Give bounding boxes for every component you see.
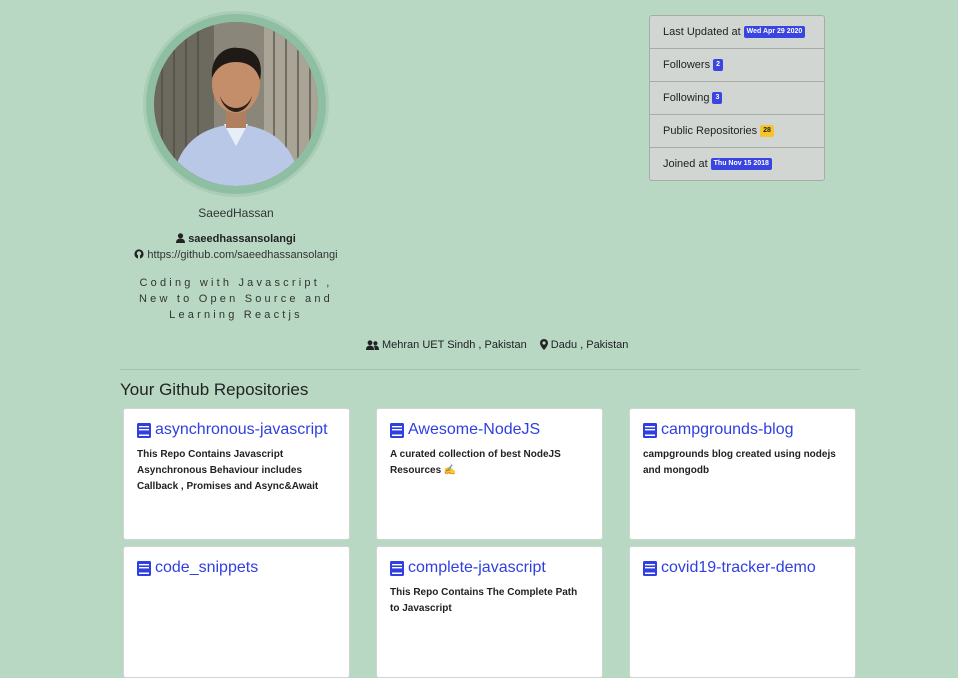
stat-label: Following xyxy=(663,92,710,104)
users-icon xyxy=(366,340,379,350)
repo-name[interactable]: asynchronous-javascript xyxy=(155,421,328,439)
stat-label: Followers xyxy=(663,59,711,71)
repo-description: campgrounds blog created using nodejs an… xyxy=(643,449,836,476)
stat-following: Following 3 xyxy=(650,82,824,115)
repo-title[interactable]: complete-javascript xyxy=(390,559,589,577)
stat-followers: Followers 2 xyxy=(650,49,824,82)
repo-title[interactable]: Awesome-NodeJS xyxy=(390,421,589,439)
profile-name: SaeedHassan xyxy=(198,206,274,220)
location-text: Dadu , Pakistan xyxy=(550,339,629,351)
stat-last-updated: Last Updated at Wed Apr 29 2020 xyxy=(650,16,824,49)
repo-description: This Repo Contains The Complete Path to … xyxy=(390,587,578,614)
location: Dadu , Pakistan xyxy=(539,339,629,351)
repo-description: This Repo Contains Javascript Asynchrono… xyxy=(137,449,319,492)
map-marker-icon xyxy=(539,339,548,350)
repo-name[interactable]: covid19-tracker-demo xyxy=(661,559,816,577)
repo-name[interactable]: campgrounds-blog xyxy=(661,421,794,439)
stat-label: Public Repositories xyxy=(663,125,758,137)
book-icon xyxy=(643,560,657,576)
profile-bio: Coding with Javascript , New to Open Sou… xyxy=(139,277,333,321)
stat-badge: 28 xyxy=(760,125,774,137)
repo-card: code_snippets xyxy=(123,546,350,678)
repos-section-title: Your Github Repositories xyxy=(120,380,309,399)
repo-card: covid19-tracker-demo xyxy=(629,546,856,678)
profile-url[interactable]: https://github.com/saeedhassansolangi xyxy=(116,249,356,261)
user-icon xyxy=(176,233,186,243)
repo-name[interactable]: complete-javascript xyxy=(408,559,546,577)
repo-title[interactable]: covid19-tracker-demo xyxy=(643,559,842,577)
repo-card: campgrounds-blog campgrounds blog create… xyxy=(629,408,856,540)
company-text: Mehran UET Sindh , Pakistan xyxy=(382,339,527,351)
stat-badge: 3 xyxy=(712,92,723,104)
profile-meta: Mehran UET Sindh , Pakistan Dadu , Pakis… xyxy=(366,339,638,351)
repo-card: asynchronous-javascript This Repo Contai… xyxy=(123,408,350,540)
repo-name[interactable]: code_snippets xyxy=(155,559,258,577)
book-icon xyxy=(137,560,151,576)
stats-list: Last Updated at Wed Apr 29 2020 Follower… xyxy=(649,15,825,181)
book-icon xyxy=(137,422,151,438)
repo-name[interactable]: Awesome-NodeJS xyxy=(408,421,540,439)
stat-badge: Thu Nov 15 2018 xyxy=(710,158,772,170)
profile-login: saeedhassansolangi xyxy=(136,233,336,245)
repo-title[interactable]: asynchronous-javascript xyxy=(137,421,336,439)
repo-card: Awesome-NodeJS A curated collection of b… xyxy=(376,408,603,540)
book-icon xyxy=(390,422,404,438)
avatar xyxy=(154,22,318,186)
stat-label: Last Updated at xyxy=(663,26,741,38)
company: Mehran UET Sindh , Pakistan xyxy=(366,339,530,351)
stat-label: Joined at xyxy=(663,158,708,170)
github-icon xyxy=(134,249,145,259)
stat-badge: Wed Apr 29 2020 xyxy=(743,26,806,38)
avatar-photo xyxy=(154,22,318,186)
stat-joined-at: Joined at Thu Nov 15 2018 xyxy=(650,148,824,180)
profile-url-text[interactable]: https://github.com/saeedhassansolangi xyxy=(147,249,337,261)
book-icon xyxy=(390,560,404,576)
section-divider xyxy=(120,369,860,370)
avatar-frame xyxy=(146,14,326,194)
stat-badge: 2 xyxy=(713,59,723,71)
book-icon xyxy=(643,422,657,438)
repo-title[interactable]: campgrounds-blog xyxy=(643,421,842,439)
repo-title[interactable]: code_snippets xyxy=(137,559,336,577)
repo-card: complete-javascript This Repo Contains T… xyxy=(376,546,603,678)
repo-description: A curated collection of best NodeJS Reso… xyxy=(390,449,561,476)
stat-public-repositories: Public Repositories 28 xyxy=(650,115,824,148)
profile-login-text: saeedhassansolangi xyxy=(188,233,296,245)
